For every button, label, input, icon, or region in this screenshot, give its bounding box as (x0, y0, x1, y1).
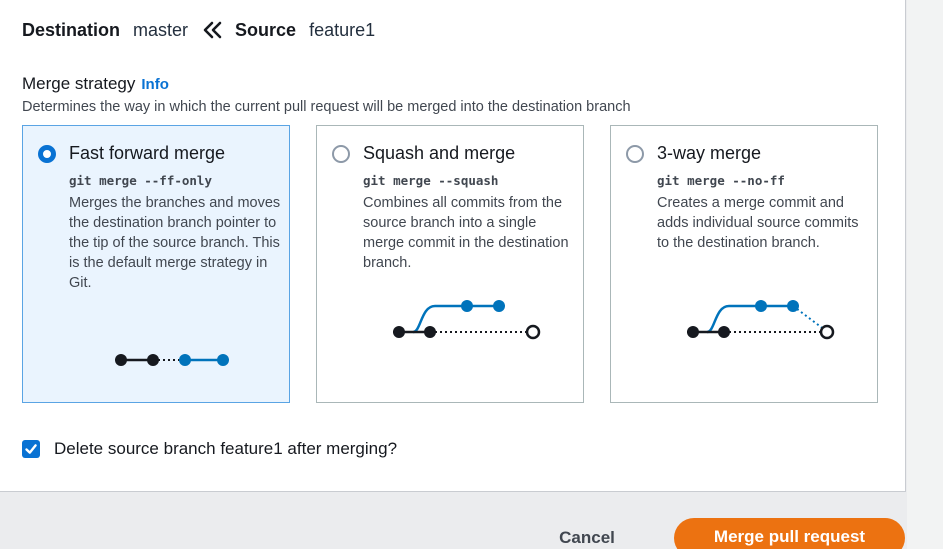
strategy-card-three-way[interactable]: 3-way merge git merge --no-ff Creates a … (610, 125, 878, 403)
double-chevron-left-icon (203, 21, 223, 39)
cancel-button[interactable]: Cancel (548, 526, 626, 549)
info-link[interactable]: Info (141, 76, 169, 93)
strategy-card-fast-forward[interactable]: Fast forward merge git merge --ff-only M… (22, 125, 290, 403)
destination-label: Destination (22, 19, 121, 40)
merge-strategy-title: Merge strategy (22, 74, 136, 93)
squash-diagram-icon (393, 300, 541, 340)
strategy-title: Fast forward merge (69, 143, 226, 163)
merge-pull-request-panel: Destination master Source feature1 Merge… (0, 0, 906, 492)
delete-branch-option[interactable]: Delete source branch feature1 after merg… (22, 439, 397, 459)
strategy-description: Creates a merge commit and adds individu… (657, 195, 859, 251)
three-way-diagram-icon (687, 300, 835, 340)
destination-branch: master (133, 19, 189, 40)
radio-fast-forward[interactable] (38, 145, 56, 163)
strategy-card-squash[interactable]: Squash and merge git merge --squash Comb… (316, 125, 584, 403)
radio-three-way[interactable] (626, 145, 644, 163)
strategy-title: Squash and merge (363, 143, 516, 163)
merge-strategy-description: Determines the way in which the current … (22, 99, 631, 115)
source-label: Source (235, 19, 297, 40)
strategy-description: Combines all commits from the source bra… (363, 195, 569, 271)
merge-strategy-heading: Merge strategy Info (22, 74, 169, 94)
radio-squash[interactable] (332, 145, 350, 163)
strategy-command: git merge --ff-only (69, 173, 212, 188)
strategy-command: git merge --no-ff (657, 173, 785, 188)
checkmark-icon (25, 444, 37, 454)
branch-summary: Destination master Source feature1 (22, 19, 375, 41)
merge-pull-request-button[interactable]: Merge pull request (674, 518, 905, 549)
strategy-description: Merges the branches and moves the destin… (69, 195, 281, 291)
fast-forward-diagram-icon (115, 354, 229, 366)
delete-branch-checkbox[interactable] (22, 440, 40, 458)
page-background-edge (907, 0, 943, 549)
strategy-command: git merge --squash (363, 173, 499, 188)
strategy-title: 3-way merge (657, 143, 762, 163)
delete-branch-label: Delete source branch feature1 after merg… (54, 439, 398, 458)
source-branch: feature1 (309, 19, 376, 40)
